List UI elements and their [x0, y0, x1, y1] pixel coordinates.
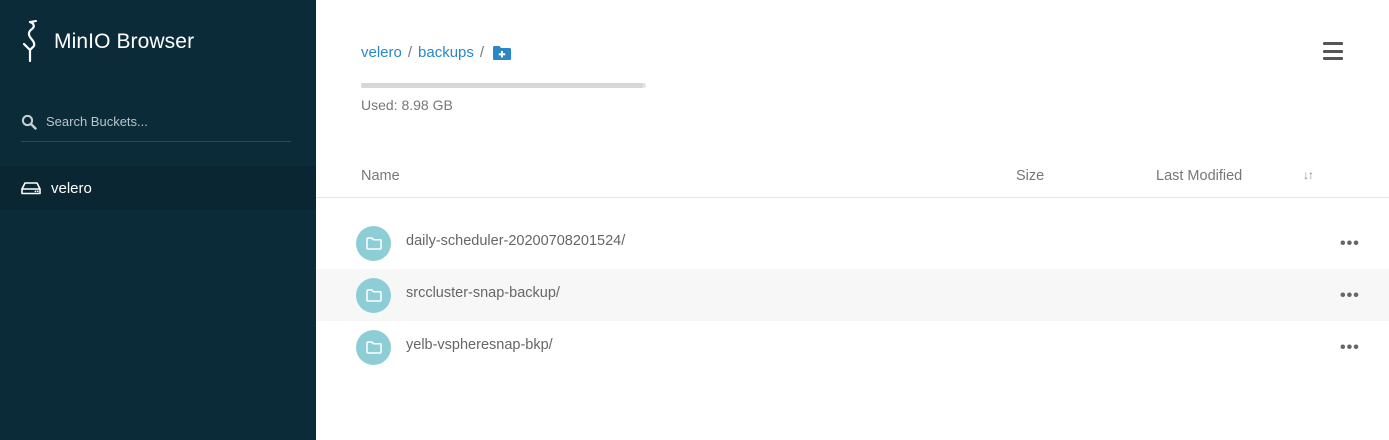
hamburger-line: [1323, 49, 1343, 53]
row-name[interactable]: yelb-vspheresnap-bkp/: [406, 337, 553, 353]
hamburger-line: [1323, 57, 1343, 60]
drive-icon: [21, 182, 41, 195]
storage-usage-bar: [361, 83, 646, 88]
breadcrumb-item-velero[interactable]: velero: [361, 44, 402, 61]
hamburger-line: [1323, 42, 1343, 45]
hamburger-icon[interactable]: [1323, 42, 1343, 60]
column-header-last-modified[interactable]: Last Modified: [1156, 168, 1242, 184]
app-title: MinIO Browser: [54, 30, 195, 53]
column-header-name[interactable]: Name: [361, 168, 400, 184]
row-name[interactable]: srccluster-snap-backup/: [406, 285, 560, 301]
minio-heron-icon: [22, 20, 37, 62]
sidebar: MinIO Browser velero: [0, 0, 316, 440]
sort-icon[interactable]: ↓↑: [1303, 168, 1314, 182]
breadcrumb-separator: /: [479, 44, 485, 61]
table-row[interactable]: daily-scheduler-20200708201524/ •••: [316, 217, 1389, 269]
bucket-label: velero: [51, 179, 92, 197]
search-buckets-input[interactable]: [46, 114, 266, 129]
table-header: Name Size Last Modified ↓↑: [316, 155, 1389, 198]
bucket-item-velero[interactable]: velero: [0, 166, 316, 210]
bucket-search: [21, 108, 291, 142]
breadcrumb-item-backups[interactable]: backups: [418, 44, 474, 61]
more-actions-icon[interactable]: •••: [1340, 339, 1360, 357]
app-logo[interactable]: MinIO Browser: [21, 20, 194, 62]
table-row[interactable]: yelb-vspheresnap-bkp/ •••: [316, 321, 1389, 373]
more-actions-icon[interactable]: •••: [1340, 287, 1360, 305]
folder-icon: [356, 278, 391, 313]
more-actions-icon[interactable]: •••: [1340, 235, 1360, 253]
column-header-size[interactable]: Size: [1016, 168, 1044, 184]
row-name[interactable]: daily-scheduler-20200708201524/: [406, 233, 625, 249]
folder-plus-icon: [493, 45, 512, 60]
table-row[interactable]: srccluster-snap-backup/ •••: [316, 269, 1389, 321]
breadcrumb: velero / backups /: [361, 44, 512, 61]
storage-usage-text: Used: 8.98 GB: [361, 97, 453, 113]
folder-icon: [356, 226, 391, 261]
search-icon: [21, 114, 37, 130]
breadcrumb-separator: /: [407, 44, 413, 61]
storage-usage-fill: [361, 83, 644, 88]
folder-icon: [356, 330, 391, 365]
add-folder-button[interactable]: [492, 45, 512, 61]
